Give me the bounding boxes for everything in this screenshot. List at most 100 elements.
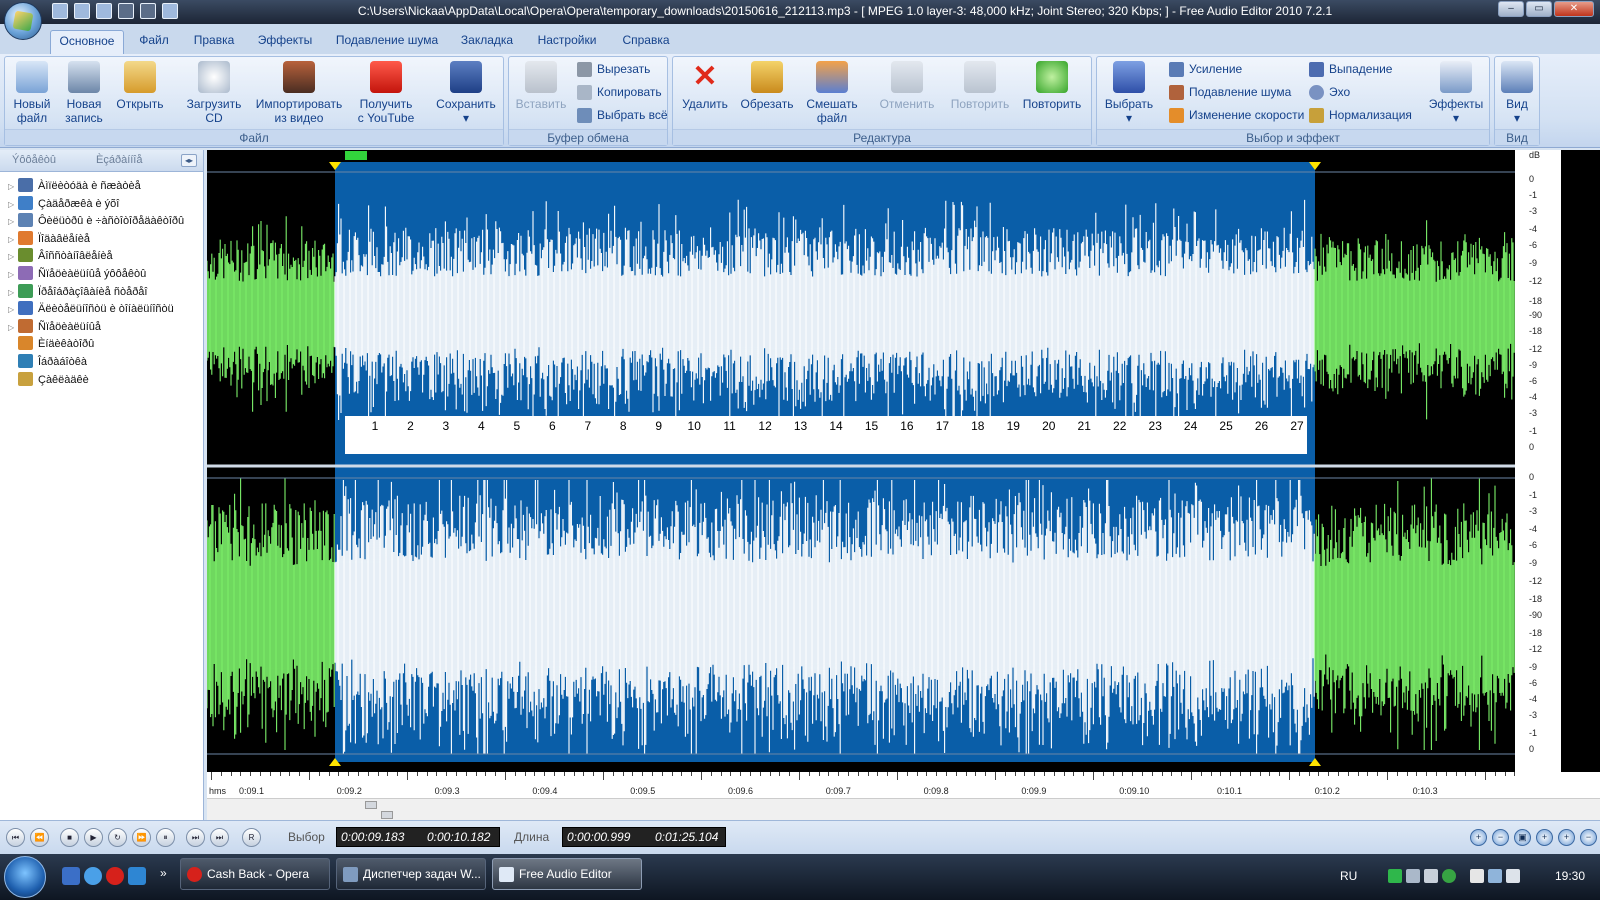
cut-button[interactable]: Вырезать	[577, 59, 650, 79]
bookmark-marker[interactable]: 17	[936, 419, 950, 433]
bookmark-marker[interactable]: 27	[1290, 419, 1304, 433]
amplify-button[interactable]: Усиление	[1169, 59, 1242, 79]
tree-item[interactable]: ▷ Ôèëüòðû è ÷àñòîòîðåäàêòîðû	[8, 213, 184, 230]
bookmark-marker[interactable]: 9	[655, 419, 662, 433]
horizontal-scrollbar[interactable]	[207, 798, 1600, 820]
expand-icon[interactable]: ▷	[8, 301, 18, 318]
redo-button[interactable]: Повторить	[945, 59, 1015, 111]
stop-button[interactable]: ■	[60, 828, 79, 847]
task-opera[interactable]: Cash Back - Opera	[180, 858, 330, 890]
bookmark-marker[interactable]: 23	[1149, 419, 1163, 433]
bookmark-marker[interactable]: 26	[1255, 419, 1269, 433]
expand-icon[interactable]: ▷	[8, 178, 18, 195]
bookmark-marker[interactable]: 10	[688, 419, 702, 433]
zoom-out-horizontal-button[interactable]: −	[1492, 829, 1509, 846]
zoom-selection-button[interactable]: ▣	[1514, 829, 1531, 846]
zoom-out-vertical-button[interactable]: −	[1580, 829, 1597, 846]
internet-explorer-icon[interactable]	[84, 867, 102, 885]
zoom-thumb[interactable]	[381, 811, 393, 819]
tree-item[interactable]: Èíäèêàòîðû	[8, 336, 94, 353]
loop-button[interactable]: ↻	[108, 828, 127, 847]
tab-bookmark[interactable]: Закладка	[456, 30, 518, 54]
bookmark-marker[interactable]: 7	[584, 419, 591, 433]
minimize-button[interactable]: –	[1498, 1, 1524, 17]
load-cd-button[interactable]: Загрузить CD	[181, 59, 247, 125]
noise-reduction-button[interactable]: Подавление шума	[1169, 82, 1291, 102]
task-free-audio-editor[interactable]: Free Audio Editor	[492, 858, 642, 890]
trim-button[interactable]: Обрезать	[737, 59, 797, 111]
open-button[interactable]: Открыть	[111, 59, 169, 111]
tray-monitor-icon[interactable]	[1488, 869, 1502, 883]
effects-button[interactable]: Эффекты ▾	[1427, 59, 1485, 125]
rewind-button[interactable]: ⏪	[30, 828, 49, 847]
select-all-button[interactable]: Выбрать всё	[577, 105, 668, 125]
task-task-manager[interactable]: Диспетчер задач W...	[336, 858, 486, 890]
customize-icon[interactable]	[162, 3, 178, 19]
start-button[interactable]	[4, 856, 46, 898]
tab-effects[interactable]: Эффекты	[252, 30, 318, 54]
bookmark-marker[interactable]: 12	[758, 419, 772, 433]
save-button[interactable]: Сохранить ▾	[433, 59, 499, 125]
bookmark-marker[interactable]: 24	[1184, 419, 1198, 433]
paste-button[interactable]: Вставить	[513, 59, 569, 111]
new-file-icon[interactable]	[52, 3, 68, 19]
zoom-in-vertical-button[interactable]: +	[1558, 829, 1575, 846]
bookmark-marker[interactable]: 22	[1113, 419, 1127, 433]
tree-item[interactable]: ▷ Ïðåîáðàçîâàíèå ñòåðåî	[8, 283, 147, 301]
bookmark-marker[interactable]: 5	[513, 419, 520, 433]
bookmark-marker[interactable]: 4	[478, 419, 485, 433]
new-record-button[interactable]: Новая запись	[61, 59, 107, 125]
bookmark-marker[interactable]: 14	[829, 419, 843, 433]
bookmark-marker[interactable]: 25	[1219, 419, 1233, 433]
panel-collapse-button[interactable]: ◂▸	[181, 154, 197, 167]
waveform-editor[interactable]: 1 2 3 4 5 6 7 8 9 10 11 12 13 14 15 16 17 18 19 20 21 22 23 24 2…	[207, 150, 1600, 820]
tree-item[interactable]: ▷ Äëèòåëüíîñòü è òîíàëüíîñòü	[8, 301, 174, 318]
tab-favorites[interactable]: Èçáðàííîå	[96, 154, 142, 166]
language-indicator[interactable]: RU	[1340, 869, 1357, 883]
normalize-button[interactable]: Нормализация	[1309, 105, 1412, 125]
tab-file[interactable]: Файл	[132, 30, 176, 54]
bookmark-marker[interactable]: 8	[620, 419, 627, 433]
bookmark-marker[interactable]: 18	[971, 419, 985, 433]
tray-network-icon[interactable]	[1406, 869, 1420, 883]
delete-button[interactable]: ✕ Удалить	[679, 59, 731, 112]
tree-item[interactable]: ▷ Àìïëèòóäà è ñæàòèå	[8, 178, 141, 195]
record-button[interactable]: R	[242, 828, 261, 847]
quicklaunch-app-icon[interactable]	[128, 867, 146, 885]
zoom-full-button[interactable]: +	[1536, 829, 1553, 846]
expand-icon[interactable]: ▷	[8, 266, 18, 283]
import-video-button[interactable]: Импортировать из видео	[253, 59, 345, 125]
bookmark-marker[interactable]: 3	[443, 419, 450, 433]
bookmark-marker[interactable]: 11	[723, 419, 736, 433]
copy-button[interactable]: Копировать	[577, 82, 662, 102]
bookmark-marker[interactable]: 16	[900, 419, 914, 433]
view-button[interactable]: Вид ▾	[1497, 59, 1537, 125]
waveform-canvas[interactable]: 1 2 3 4 5 6 7 8 9 10 11 12 13 14 15 16 17 18 19 20 21 22 23 24 2…	[207, 150, 1515, 772]
app-menu-button[interactable]	[4, 2, 42, 40]
bookmark-marker[interactable]: 6	[549, 419, 556, 433]
tray-antivirus-icon[interactable]	[1442, 869, 1456, 883]
tree-item[interactable]: ▷ Ñïåöèàëüíûå ýôôåêòû	[8, 266, 146, 283]
youtube-button[interactable]: Получить с YouTube	[351, 59, 421, 125]
echo-button[interactable]: Эхо	[1309, 82, 1350, 102]
tray-usb-icon[interactable]	[1470, 869, 1484, 883]
tab-edit[interactable]: Правка	[186, 30, 242, 54]
tree-item[interactable]: Çàêëàäêè	[8, 371, 89, 389]
bookmark-marker[interactable]: 15	[865, 419, 879, 433]
go-start-button[interactable]: ⏮	[6, 828, 25, 847]
tray-app-icon[interactable]	[1424, 869, 1438, 883]
bookmark-marker[interactable]: 20	[1042, 419, 1056, 433]
repeat-button[interactable]: Повторить	[1019, 59, 1085, 111]
select-button[interactable]: Выбрать ▾	[1101, 59, 1157, 125]
bookmark-marker[interactable]: 2	[407, 419, 414, 433]
tree-item[interactable]: Îáðàáîòêà	[8, 354, 87, 371]
clock[interactable]: 19:30	[1555, 869, 1585, 883]
speed-change-button[interactable]: Изменение скорости	[1169, 105, 1304, 125]
save-icon[interactable]	[74, 3, 90, 19]
new-file-button[interactable]: Новый файл	[7, 59, 57, 125]
show-desktop-icon[interactable]	[62, 867, 80, 885]
expand-icon[interactable]: ▷	[8, 248, 18, 265]
fade-button[interactable]: Выпадение	[1309, 59, 1392, 79]
maximize-button[interactable]: ▭	[1526, 1, 1552, 17]
expand-icon[interactable]: ▷	[8, 196, 18, 213]
